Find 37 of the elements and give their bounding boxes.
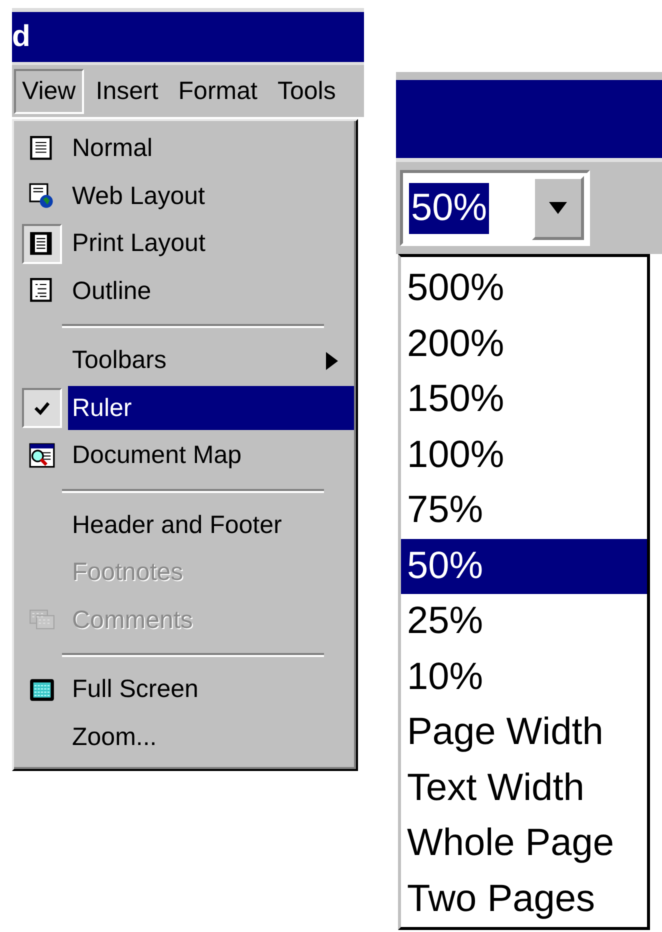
- menu-item[interactable]: Full Screen: [68, 668, 354, 712]
- menu-bar-item[interactable]: Format: [170, 68, 266, 114]
- list-option[interactable]: Two Pages: [401, 872, 647, 927]
- dropdown-arrow-icon[interactable]: [548, 202, 568, 214]
- list-option[interactable]: 200%: [401, 316, 647, 372]
- menu-item[interactable]: Document Map: [68, 434, 354, 478]
- list-option[interactable]: 500%: [401, 261, 647, 316]
- list-option[interactable]: Text Width: [401, 760, 647, 816]
- list-option[interactable]: Page Width: [401, 705, 647, 760]
- menu-bar-item[interactable]: Insert: [88, 68, 166, 114]
- list-option[interactable]: 150%: [401, 372, 647, 428]
- menu-item[interactable]: Web Layout: [68, 174, 354, 218]
- screen-icon: [29, 676, 55, 703]
- menu-item[interactable]: Header and Footer: [68, 503, 354, 548]
- menu-bar-item[interactable]: Tools: [269, 68, 344, 114]
- list-option[interactable]: Whole Page: [401, 816, 647, 872]
- zoom-combo-box[interactable]: 50%: [400, 170, 590, 246]
- page-icon: [29, 136, 55, 162]
- menu-item[interactable]: Zoom...: [68, 715, 354, 760]
- list-option[interactable]: 10%: [401, 650, 647, 705]
- menu-item[interactable]: Ruler: [68, 386, 354, 430]
- page-globe-icon: [29, 183, 55, 210]
- checkmark-icon: [34, 400, 50, 416]
- menu-bar-item[interactable]: View: [14, 68, 84, 114]
- menu-item[interactable]: Normal: [68, 126, 354, 171]
- window-title: d: [12, 20, 30, 54]
- menu-item[interactable]: Print Layout: [68, 222, 354, 266]
- list-option[interactable]: 100%: [401, 428, 647, 483]
- menu-item[interactable]: Toolbars: [68, 338, 354, 383]
- submenu-arrow-icon: [326, 352, 338, 370]
- magnifier-page-icon: [29, 442, 55, 469]
- list-option[interactable]: 25%: [401, 594, 647, 650]
- list-option[interactable]: 50%: [401, 538, 647, 594]
- outline-icon: [29, 278, 55, 304]
- menu-item[interactable]: Outline: [68, 269, 354, 314]
- list-option[interactable]: 75%: [401, 483, 647, 538]
- page-icon: [29, 230, 55, 257]
